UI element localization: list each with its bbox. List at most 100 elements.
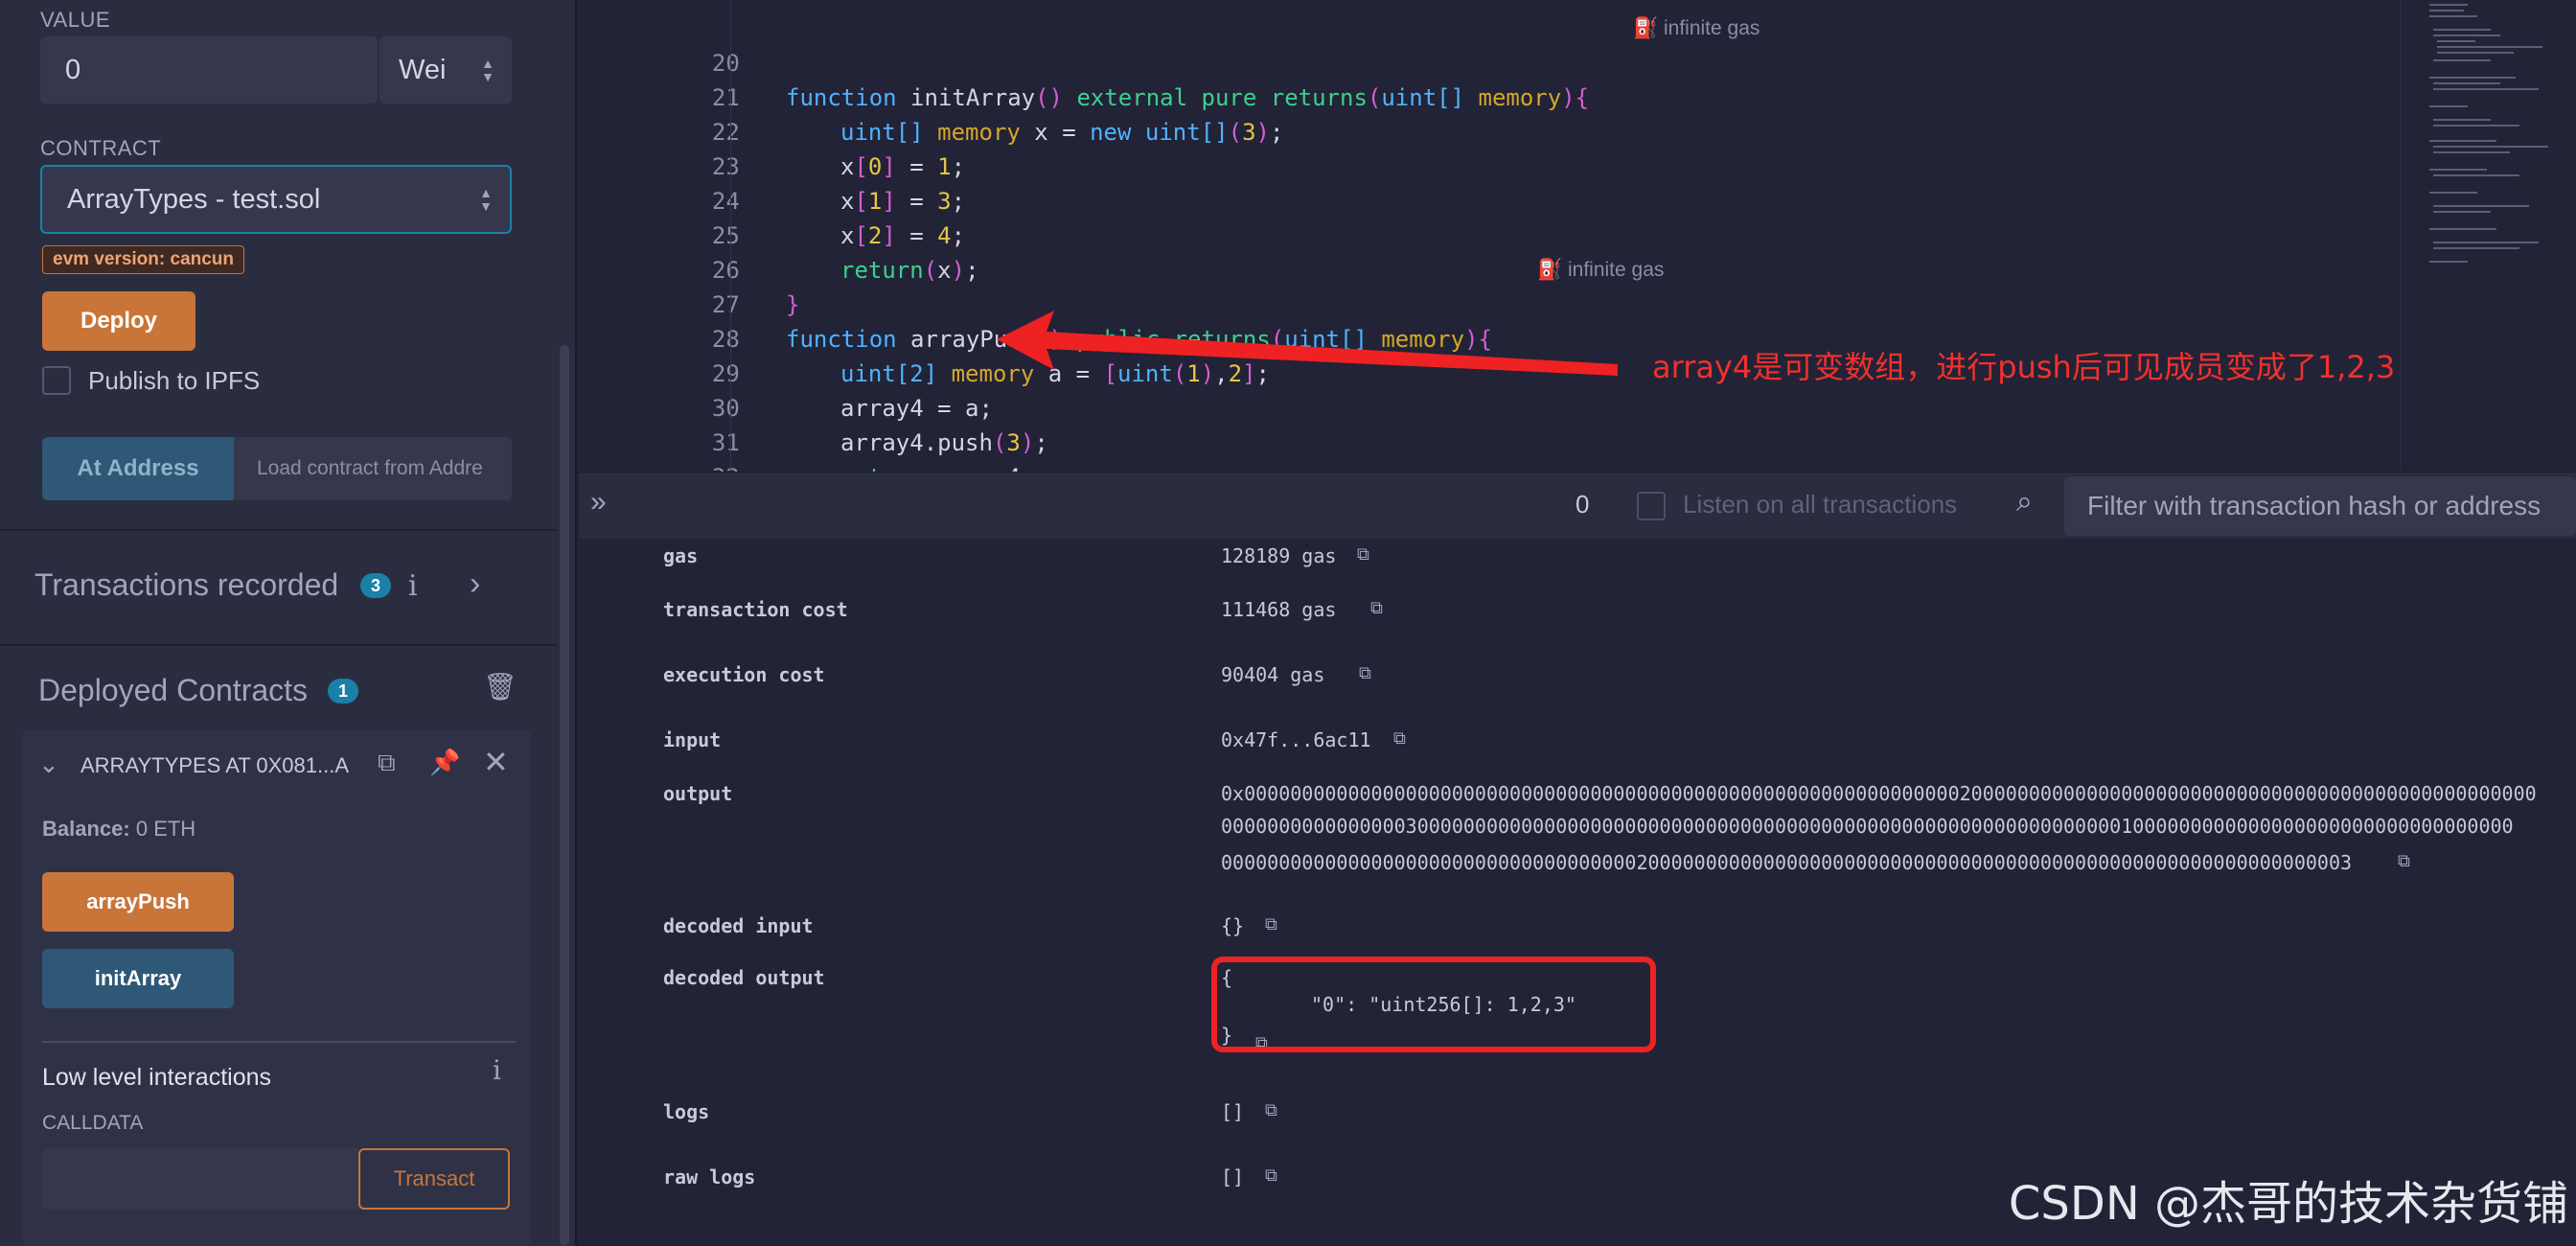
instance-name[interactable]: ARRAYTYPES AT 0X081...A	[80, 753, 349, 778]
chevron-down-icon[interactable]: ⌄	[38, 750, 59, 779]
annotation-text: array4是可变数组，进行push后可见成员变成了1,2,3	[1652, 349, 2396, 385]
tx-key-logs: logs	[663, 1100, 710, 1123]
line-number: 23	[711, 153, 740, 180]
select-arrows-icon: ▲ ▼	[481, 56, 494, 84]
tx-value-raw-logs: []	[1221, 1165, 1245, 1188]
tx-value-gas: 128189 gas	[1221, 544, 1337, 567]
copy-icon[interactable]: ⧉	[1265, 1165, 1277, 1186]
annotation-arrow	[997, 311, 1618, 376]
trash-icon[interactable]: 🗑	[483, 671, 518, 703]
calldata-input[interactable]	[42, 1148, 358, 1210]
value-unit-select[interactable]: Wei ▲ ▼	[380, 36, 512, 104]
value-label: VALUE	[40, 8, 111, 32]
listen-all-label: Listen on all transactions	[1683, 490, 1958, 519]
code-line: 20 function initArray() external pure re…	[579, 12, 1760, 111]
gas-hint: ⛽ infinite gas	[1537, 259, 1665, 281]
tx-key-raw-logs: raw logs	[663, 1165, 756, 1188]
calldata-label: CALLDATA	[42, 1112, 144, 1134]
evm-version-badge: evm version: cancun	[42, 245, 245, 274]
divider	[42, 1041, 516, 1043]
contract-select[interactable]: ArrayTypes - test.sol ▲ ▼	[40, 165, 512, 234]
at-address-input[interactable]: Load contract from Addre	[234, 437, 512, 500]
deployed-instance-card: ⌄ ARRAYTYPES AT 0X081...A ⧉ 📌 ✕ Balance:…	[23, 730, 531, 1246]
copy-icon[interactable]: ⧉	[1370, 598, 1383, 618]
line-number: 29	[711, 360, 740, 387]
pin-icon[interactable]: 📌	[429, 748, 460, 777]
divider	[0, 644, 558, 646]
low-level-label: Low level interactions	[42, 1064, 272, 1091]
code-minimap[interactable]	[2400, 0, 2576, 472]
tx-key-decoded-input: decoded input	[663, 914, 814, 937]
tx-key-output: output	[663, 782, 733, 805]
code-line: 22 x[0] = 1;	[579, 81, 965, 180]
tx-output-line: 0000000000000000300000000000000000000000…	[1221, 815, 2514, 838]
balance-row: Balance: 0 ETH	[42, 817, 196, 842]
highlight-box	[1211, 957, 1656, 1052]
listen-all-checkbox[interactable]	[1637, 492, 1666, 520]
contract-label: CONTRACT	[40, 136, 162, 160]
initarray-button[interactable]: initArray	[42, 949, 234, 1008]
line-number: 26	[711, 257, 740, 284]
code-line: 27 function arrayPush() public returns(u…	[579, 253, 1665, 353]
transactions-count-badge: 3	[360, 573, 391, 598]
scrollbar[interactable]	[560, 345, 569, 1246]
pending-tx-count: 0	[1576, 490, 1590, 519]
gas-hint: ⛽ infinite gas	[1633, 17, 1760, 39]
tx-filter-input[interactable]: Filter with transaction hash or address	[2064, 476, 2576, 536]
collapse-terminal-icon[interactable]: »	[590, 486, 607, 519]
publish-ipfs-checkbox[interactable]	[42, 366, 71, 395]
code-line: 31 return array4;	[579, 391, 1034, 491]
tx-value-transaction-cost: 111468 gas	[1221, 598, 1337, 621]
code-line: 25 return(x);	[579, 184, 979, 284]
copy-icon[interactable]: ⧉	[2398, 851, 2410, 871]
line-number: 20	[711, 50, 740, 77]
line-number: 27	[711, 291, 740, 318]
line-number: 31	[711, 429, 740, 456]
info-icon[interactable]: i	[408, 569, 418, 603]
transactions-recorded-label[interactable]: Transactions recorded	[34, 567, 338, 603]
deploy-button[interactable]: Deploy	[42, 291, 196, 351]
copy-icon[interactable]: ⧉	[378, 748, 396, 778]
code-line: 30 array4.push(3);	[579, 357, 1048, 456]
close-icon[interactable]: ✕	[483, 744, 509, 780]
minimap-preview	[2429, 4, 2548, 263]
transact-button[interactable]: Transact	[358, 1148, 510, 1210]
copy-icon[interactable]: ⧉	[1393, 728, 1406, 749]
tx-value-input: 0x47f...6ac11	[1221, 728, 1371, 751]
balance-key: Balance:	[42, 817, 130, 841]
divider	[0, 529, 558, 531]
code-line: 32 }	[579, 426, 800, 525]
code-editor[interactable]: 20 function initArray() external pure re…	[579, 0, 2576, 525]
copy-icon[interactable]: ⧉	[1265, 914, 1277, 934]
tx-key-execution-cost: execution cost	[663, 663, 825, 686]
value-input[interactable]: 0	[40, 36, 378, 104]
tx-key-transaction-cost: transaction cost	[663, 598, 848, 621]
tx-value-decoded-input: {}	[1221, 914, 1245, 937]
copy-icon[interactable]: ⧉	[1357, 544, 1369, 565]
tx-output-line: 0x00000000000000000000000000000000000000…	[1221, 782, 2537, 805]
contract-select-label: ArrayTypes - test.sol	[67, 183, 321, 215]
copy-icon[interactable]: ⧉	[1265, 1100, 1277, 1120]
deploy-run-panel: VALUE 0 Wei ▲ ▼ CONTRACT ArrayTypes - tes…	[0, 0, 577, 1246]
search-icon[interactable]: ⌕	[2016, 486, 2033, 519]
line-number: 24	[711, 188, 740, 215]
arrow-shape	[997, 311, 1618, 376]
tx-value-execution-cost: 90404 gas	[1221, 663, 1325, 686]
line-number: 25	[711, 222, 740, 249]
code-line: 21 uint[] memory x = new uint[](3);	[579, 46, 1284, 146]
at-address-button[interactable]: At Address	[42, 437, 234, 500]
tx-value-logs: []	[1221, 1100, 1245, 1123]
code-line: 28 uint[2] memory a = [uint(1),2];	[579, 288, 1270, 387]
copy-icon[interactable]: ⧉	[1359, 663, 1371, 683]
chevron-right-icon[interactable]: ›	[470, 565, 480, 603]
watermark: CSDN @杰哥的技术杂货铺	[2008, 1177, 2568, 1231]
code-line: 29 array4 = a;	[579, 322, 993, 422]
deployed-contracts-label: Deployed Contracts	[38, 673, 309, 707]
arraypush-button[interactable]: arrayPush	[42, 872, 234, 932]
line-number: 28	[711, 326, 740, 353]
code-line: 26 }	[579, 219, 800, 318]
tx-output-line: 0000000000000000000000000000000000002000…	[1221, 851, 2353, 874]
code-line: 23 x[1] = 3;	[579, 115, 965, 215]
info-icon[interactable]: i	[493, 1054, 501, 1086]
terminal-toolbar: » 0 Listen on all transactions ⌕ Filter …	[579, 472, 2576, 539]
